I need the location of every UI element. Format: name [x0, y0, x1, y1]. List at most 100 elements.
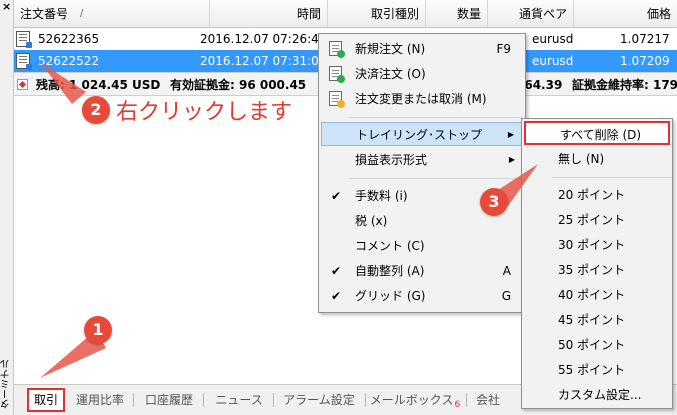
- submenu-item-label: 35 ポイント: [558, 263, 626, 277]
- step-2-instruction: 右クリックします: [116, 100, 293, 125]
- cell-price: 1.07209: [620, 54, 670, 68]
- tab-alerts-label: アラーム設定: [283, 393, 355, 407]
- submenu-item-label: 45 ポイント: [558, 313, 626, 327]
- step-3-badge: 3: [480, 188, 508, 216]
- cell-price: 1.07217: [620, 32, 670, 46]
- submenu-item-label: 25 ポイント: [558, 213, 626, 227]
- col-header-volume[interactable]: 数量: [426, 0, 488, 28]
- menu-item-close-order[interactable]: 決済注文 (O): [321, 62, 523, 86]
- submenu-item-none[interactable]: 無し (N): [524, 147, 670, 171]
- col-header-ticket[interactable]: 注文番号 /: [14, 0, 210, 28]
- submenu-arrow-icon: ▶: [508, 155, 515, 164]
- menu-item-profit-display[interactable]: 損益表示形式 ▶: [321, 148, 523, 172]
- tab-divider: [203, 393, 204, 407]
- new-order-icon: [329, 41, 345, 58]
- submenu-item-points[interactable]: 45 ポイント: [524, 308, 670, 332]
- cell-ticket: 52622365: [38, 32, 100, 46]
- table-header: 注文番号 / 時間 取引種別 数量 通貨ペア 価格: [14, 0, 677, 28]
- menu-item-modify-order[interactable]: 注文変更または取消 (M): [321, 87, 523, 111]
- submenu-item-points[interactable]: 20 ポイント: [524, 183, 670, 207]
- step-2-badge: 2: [82, 96, 110, 124]
- balance-icon: [17, 79, 28, 90]
- submenu-item-custom[interactable]: カスタム設定...: [524, 383, 670, 407]
- submenu-item-label: 無し (N): [558, 152, 605, 166]
- terminal-vertical-label: ターミナル: [1, 359, 12, 409]
- position-ticket-icon: [16, 31, 32, 48]
- col-header-price[interactable]: 価格: [574, 0, 677, 28]
- menu-item-label: 自動整列 (A): [355, 264, 425, 278]
- submenu-item-label: 40 ポイント: [558, 288, 626, 302]
- submenu-item-points[interactable]: 50 ポイント: [524, 333, 670, 357]
- submenu-arrow-icon: ▶: [507, 130, 514, 139]
- menu-shortcut: A: [502, 264, 511, 278]
- submenu-item-points[interactable]: 35 ポイント: [524, 258, 670, 282]
- menu-separator: [349, 117, 523, 118]
- tab-trade[interactable]: 取引: [27, 388, 65, 412]
- check-icon: ✔: [331, 289, 342, 303]
- col-header-time[interactable]: 時間: [210, 0, 328, 28]
- menu-separator: [552, 177, 672, 178]
- terminal-side-strip: × ターミナル: [0, 0, 14, 415]
- menu-item-comment[interactable]: コメント (C): [321, 234, 523, 258]
- tab-company-label: 会社: [475, 393, 500, 407]
- tab-history[interactable]: 口座履歴: [138, 389, 200, 411]
- menu-item-trailing-stop[interactable]: トレイリング･ストップ ▶: [321, 122, 523, 146]
- summary-margin-level: 証拠金維持率: 179: [572, 78, 677, 92]
- menu-item-new-order[interactable]: 新規注文 (N) F9: [321, 37, 523, 61]
- submenu-item-points[interactable]: 25 ポイント: [524, 208, 670, 232]
- menu-item-label: グリッド (G): [355, 289, 426, 303]
- tab-news[interactable]: ニュース: [208, 389, 270, 411]
- tab-trade-label: 取引: [33, 393, 58, 407]
- close-icon[interactable]: ×: [2, 1, 11, 13]
- menu-shortcut: F9: [496, 42, 511, 56]
- mailbox-count-badge: 6: [454, 400, 461, 410]
- tab-divider: [466, 393, 467, 407]
- menu-item-auto-arrange[interactable]: ✔ 自動整列 (A) A: [321, 259, 523, 283]
- check-icon: ✔: [331, 264, 342, 278]
- trailing-stop-submenu: すべて削除 (D) 無し (N) 20 ポイント 25 ポイント 30 ポイント…: [521, 118, 673, 409]
- submenu-item-label: 50 ポイント: [558, 338, 626, 352]
- col-header-type[interactable]: 取引種別: [328, 0, 426, 28]
- menu-item-label: コメント (C): [355, 239, 425, 253]
- tab-news-label: ニュース: [215, 393, 263, 407]
- col-header-symbol[interactable]: 通貨ペア: [488, 0, 574, 28]
- tab-company[interactable]: 会社: [470, 389, 506, 411]
- tab-divider: [273, 393, 274, 407]
- submenu-item-label: すべて削除 (D): [560, 128, 642, 142]
- menu-item-label: 注文変更または取消 (M): [355, 92, 487, 106]
- tab-divider: [133, 393, 134, 407]
- submenu-item-label: 55 ポイント: [558, 363, 626, 377]
- submenu-item-points[interactable]: 40 ポイント: [524, 283, 670, 307]
- tab-mailbox[interactable]: メールボックス6: [366, 389, 464, 411]
- close-order-icon: [329, 66, 345, 83]
- menu-item-label: 手数料 (i): [355, 189, 408, 203]
- cell-time: 2016.12.07 07:31:04: [200, 54, 327, 68]
- submenu-item-label: 20 ポイント: [558, 188, 626, 202]
- menu-item-label: トレイリング･ストップ: [356, 128, 483, 142]
- tab-exposure[interactable]: 運用比率: [70, 389, 130, 411]
- step-1-badge: 1: [84, 316, 112, 344]
- menu-item-label: 新規注文 (N): [355, 42, 426, 56]
- menu-item-label: 決済注文 (O): [355, 67, 426, 81]
- col-header-ticket-label: 注文番号: [20, 7, 69, 21]
- menu-item-label: 損益表示形式: [355, 153, 428, 167]
- tab-mailbox-label: メールボックス: [369, 393, 454, 407]
- tab-exposure-label: 運用比率: [75, 393, 124, 407]
- submenu-item-label: カスタム設定...: [558, 388, 642, 402]
- submenu-item-points[interactable]: 55 ポイント: [524, 358, 670, 382]
- cell-symbol: eurusd: [532, 54, 574, 68]
- submenu-item-label: 30 ポイント: [558, 238, 626, 252]
- sort-indicator-icon: /: [80, 8, 84, 19]
- tab-history-label: 口座履歴: [144, 393, 193, 407]
- menu-item-label: 税 (x): [355, 214, 388, 228]
- menu-item-grid[interactable]: ✔ グリッド (G) G: [321, 284, 523, 308]
- tab-alerts[interactable]: アラーム設定: [276, 389, 362, 411]
- position-ticket-icon: [16, 53, 32, 70]
- cell-symbol: eurusd: [532, 32, 574, 46]
- submenu-item-delete-all[interactable]: すべて削除 (D): [524, 121, 670, 145]
- cell-time: 2016.12.07 07:26:40: [200, 32, 327, 46]
- check-icon: ✔: [331, 189, 342, 203]
- context-menu: 新規注文 (N) F9 決済注文 (O) 注文変更または取消 (M) トレイリン…: [318, 33, 526, 313]
- menu-shortcut: G: [501, 289, 511, 303]
- submenu-item-points[interactable]: 30 ポイント: [524, 233, 670, 257]
